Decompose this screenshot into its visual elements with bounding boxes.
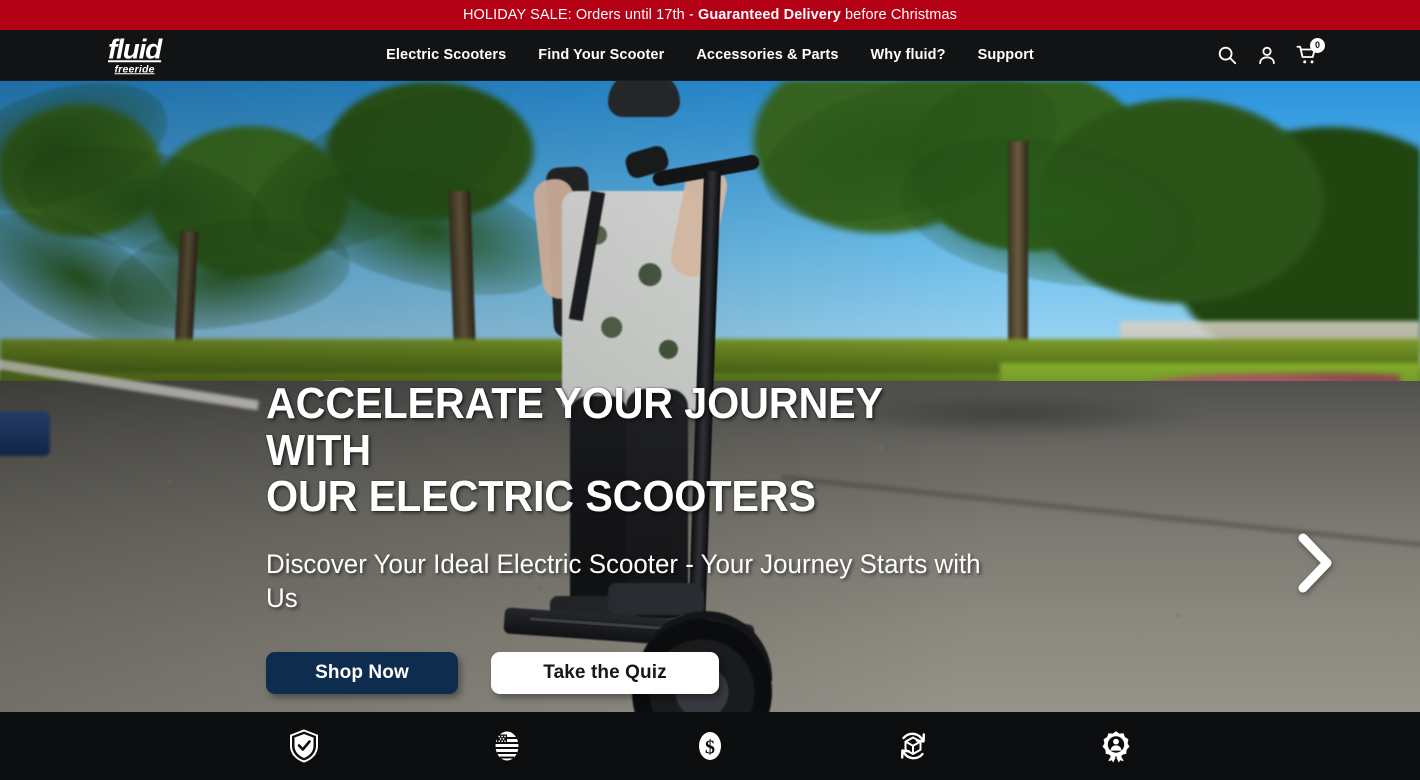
- logo-subtext: freeride: [114, 63, 155, 76]
- trust-item-secure[interactable]: [203, 729, 406, 763]
- logo-mark: fluid: [108, 33, 162, 65]
- hero-cta-group: Shop Now Take the Quiz: [266, 651, 1026, 694]
- dollar-circle-icon: $: [695, 729, 725, 763]
- nav-item-support[interactable]: Support: [978, 47, 1034, 63]
- nav-item-electric-scooters[interactable]: Electric Scooters: [386, 47, 506, 63]
- cart-count-badge: 0: [1310, 38, 1325, 53]
- announcement-highlight: Guaranteed Delivery: [697, 7, 841, 23]
- take-the-quiz-button[interactable]: Take the Quiz: [491, 651, 719, 694]
- user-icon[interactable]: [1256, 44, 1278, 66]
- trust-badge-bar: $: [0, 712, 1420, 780]
- chevron-right-icon[interactable]: [1286, 523, 1342, 603]
- package-return-icon: [896, 729, 930, 763]
- svg-text:$: $: [705, 737, 715, 759]
- header-icon-group: 0: [1216, 38, 1325, 66]
- site-header: fluid freeride Electric Scooters Find Yo…: [0, 30, 1420, 81]
- main-navigation: Electric Scooters Find Your Scooter Acce…: [386, 47, 1034, 63]
- trust-item-returns[interactable]: [812, 729, 1015, 763]
- nav-item-why-fluid[interactable]: Why fluid?: [871, 47, 946, 63]
- search-icon[interactable]: [1216, 44, 1238, 66]
- site-logo[interactable]: fluid freeride: [108, 33, 162, 76]
- shield-check-icon: [289, 729, 319, 763]
- trust-item-price[interactable]: $: [609, 729, 812, 763]
- usa-flag-icon: [492, 729, 522, 763]
- announcement-bar: HOLIDAY SALE: Orders until 17th - Guaran…: [0, 0, 1420, 30]
- hero-content: ACCELERATE YOUR JOURNEY WITH OUR ELECTRI…: [266, 379, 1026, 694]
- announcement-prefix: HOLIDAY SALE: Orders until 17th -: [462, 7, 698, 23]
- certified-expert-icon: [1100, 729, 1132, 763]
- trust-item-usa[interactable]: [406, 729, 609, 763]
- nav-item-accessories-parts[interactable]: Accessories & Parts: [696, 47, 838, 63]
- announcement-suffix: before Christmas: [840, 7, 958, 23]
- hero-subheading: Discover Your Ideal Electric Scooter - Y…: [266, 548, 981, 614]
- cart-icon[interactable]: 0: [1296, 38, 1325, 66]
- hero-heading-line-1: ACCELERATE YOUR JOURNEY WITH: [266, 379, 883, 475]
- hero-heading-line-2: OUR ELECTRIC SCOOTERS: [266, 472, 816, 522]
- trust-item-expert[interactable]: [1015, 729, 1218, 763]
- hero-carousel-slide: ACCELERATE YOUR JOURNEY WITH OUR ELECTRI…: [0, 81, 1420, 716]
- hero-heading: ACCELERATE YOUR JOURNEY WITH OUR ELECTRI…: [266, 379, 980, 522]
- shop-now-button[interactable]: Shop Now: [266, 651, 458, 694]
- nav-item-find-your-scooter[interactable]: Find Your Scooter: [538, 47, 664, 63]
